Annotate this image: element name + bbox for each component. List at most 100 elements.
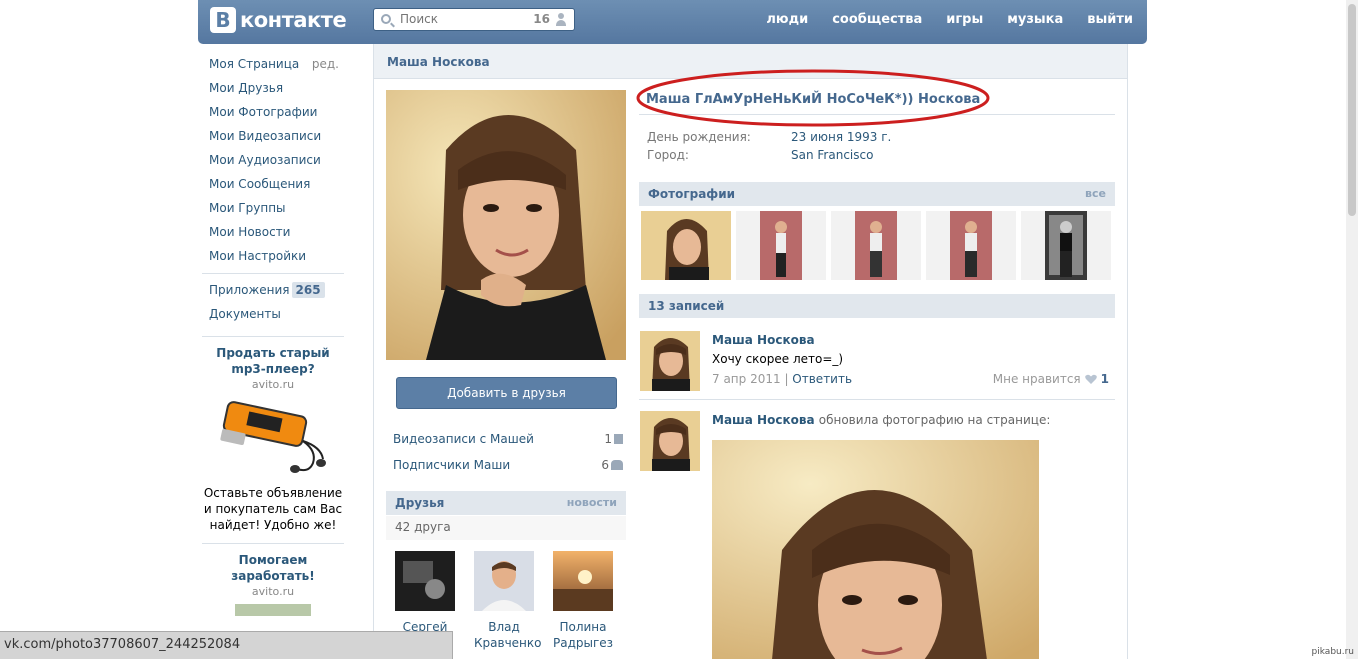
birthday-value[interactable]: 23 июня 1993 г. (791, 130, 891, 144)
sidebar-item-label: Мои Видеозаписи (209, 129, 322, 143)
nav-games[interactable]: игры (946, 12, 983, 27)
divider (202, 543, 344, 544)
post-author-name[interactable]: Маша Носкова (712, 413, 815, 427)
sidebar-item-audio[interactable]: Мои Аудиозаписи (202, 148, 344, 172)
post-author-avatar[interactable] (640, 331, 700, 391)
ad-title[interactable]: Продать старый mp3-плеер? (202, 345, 344, 377)
nav-logout[interactable]: выйти (1087, 12, 1133, 27)
sidebar-item-label: Приложения (209, 283, 290, 297)
sidebar-item-messages[interactable]: Мои Сообщения (202, 172, 344, 196)
wall-post: Маша Носкова обновила фотографию на стра… (639, 410, 1115, 659)
photo-thumbnail[interactable] (831, 211, 921, 280)
scroll-thumb[interactable] (1348, 4, 1356, 216)
profile-photo[interactable] (386, 90, 626, 360)
friends-news-link[interactable]: новости (567, 496, 617, 509)
ad-block[interactable]: Продать старый mp3-плеер? avito.ru Остав… (202, 345, 344, 533)
sidebar-item-photos[interactable]: Мои Фотографии (202, 100, 344, 124)
nav-people[interactable]: люди (766, 12, 808, 27)
photo-thumbnail[interactable] (641, 211, 731, 280)
friend-name[interactable]: Полина Радрыгез (553, 619, 613, 651)
page-scrollbar[interactable] (1346, 0, 1358, 659)
sidebar-item-label: Мои Новости (209, 225, 291, 239)
search-count: 16 (533, 12, 550, 26)
like-label: Мне нравится (992, 372, 1081, 386)
sidebar-item-settings[interactable]: Мои Настройки (202, 244, 344, 268)
friend-card[interactable]: Полина Радрыгез (553, 551, 613, 651)
sidebar-item-documents[interactable]: Документы (202, 302, 344, 326)
ad-domain: avito.ru (251, 378, 295, 391)
post-photo[interactable] (712, 440, 1039, 659)
mp3-player-image[interactable] (217, 401, 329, 481)
videos-link-label: Видеозаписи с Машей (393, 432, 534, 446)
ad-title[interactable]: Помогаем заработать! (202, 552, 344, 584)
videos-count: 1 (604, 432, 612, 446)
sidebar-item-label: Мои Сообщения (209, 177, 311, 191)
photo-thumbnail[interactable] (1021, 211, 1111, 280)
post-author-avatar[interactable] (640, 411, 700, 471)
post-author-name[interactable]: Маша Носкова (712, 333, 815, 347)
top-nav: люди сообщества игры музыка выйти (766, 12, 1133, 27)
browser-status-bar: vk.com/photo37708607_244252084 (0, 631, 453, 659)
sidebar-item-label: Мои Друзья (209, 81, 284, 95)
friends-title[interactable]: Друзья (395, 496, 444, 510)
search-box[interactable]: 16 (373, 8, 575, 31)
sidebar-item-label: Моя Страница (209, 57, 300, 71)
sidebar-item-label: Документы (209, 307, 281, 321)
sidebar-item-label: Мои Группы (209, 201, 286, 215)
logo-letter: В (210, 7, 236, 33)
followers-count: 6 (601, 458, 609, 472)
city-value[interactable]: San Francisco (791, 148, 873, 162)
divider (202, 336, 344, 337)
film-icon (614, 434, 623, 444)
sidebar-item-groups[interactable]: Мои Группы (202, 196, 344, 220)
post-date[interactable]: 7 апр 2011 (712, 372, 781, 386)
sidebar-item-friends[interactable]: Мои Друзья (202, 76, 344, 100)
page-title: Маша Носкова (387, 55, 490, 69)
nav-music[interactable]: музыка (1007, 12, 1063, 27)
friend-avatar[interactable] (395, 551, 455, 611)
like-button[interactable]: Мне нравится 1 (993, 372, 1109, 386)
city-label: Город: (647, 148, 689, 162)
reply-link[interactable]: Ответить (792, 372, 852, 386)
profile-content: Маша Носкова Добавить в друзья Видеозапи… (373, 44, 1128, 659)
ad-block[interactable]: Помогаем заработать! avito.ru (202, 552, 344, 616)
sidebar-item-news[interactable]: Мои Новости (202, 220, 344, 244)
browser-viewport: В контакте 16 люди сообщества игры музык… (0, 0, 1358, 659)
photo-thumbnail[interactable] (926, 211, 1016, 280)
sidebar-item-videos[interactable]: Мои Видеозаписи (202, 124, 344, 148)
friend-avatar[interactable] (553, 551, 613, 611)
like-count: 1 (1100, 372, 1109, 386)
friend-card[interactable]: Сергей (395, 551, 455, 635)
add-friend-button[interactable]: Добавить в друзья (396, 377, 617, 409)
sidebar-item-label: Мои Аудиозаписи (209, 153, 321, 167)
friend-name[interactable]: Влад Кравченко (474, 619, 541, 651)
ad-text: Оставьте объявление и покупатель сам Вас… (203, 486, 343, 532)
vk-logo[interactable]: В контакте (210, 7, 347, 33)
videos-with-masha-link[interactable]: Видеозаписи с Машей 1 (393, 432, 623, 446)
left-sidebar: Моя Страница ред. Мои Друзья Мои Фотогра… (202, 52, 344, 616)
sidebar-item-my-page[interactable]: Моя Страница ред. (202, 52, 344, 76)
wall-title[interactable]: 13 записей (648, 299, 724, 313)
followers-link[interactable]: Подписчики Маши 6 (393, 458, 623, 472)
search-icon (381, 14, 391, 24)
photos-all-link[interactable]: все (1085, 187, 1106, 200)
photos-title[interactable]: Фотографии (648, 187, 735, 201)
videos-count-wrap: 1 (604, 432, 623, 446)
friend-avatar[interactable] (474, 551, 534, 611)
ad-image[interactable] (235, 604, 311, 616)
nav-communities[interactable]: сообщества (832, 12, 922, 27)
ad-domain: avito.ru (251, 585, 295, 598)
sidebar-item-apps[interactable]: Приложения 265 (202, 278, 344, 302)
search-input[interactable] (400, 12, 530, 26)
people-icon (611, 460, 623, 470)
friends-block-header: Друзья новости (386, 491, 626, 515)
photo-thumbnail[interactable] (736, 211, 826, 280)
birthday-row: День рождения: 23 июня 1993 г. (647, 130, 891, 144)
friend-card[interactable]: Влад Кравченко (474, 551, 541, 651)
wall-block-header: 13 записей (639, 294, 1115, 318)
edit-link[interactable]: ред. (312, 57, 339, 71)
watermark: pikabu.ru (1311, 647, 1354, 657)
sidebar-item-label: Мои Настройки (209, 249, 307, 263)
followers-link-label: Подписчики Маши (393, 458, 511, 472)
highlight-ellipse (636, 69, 990, 127)
